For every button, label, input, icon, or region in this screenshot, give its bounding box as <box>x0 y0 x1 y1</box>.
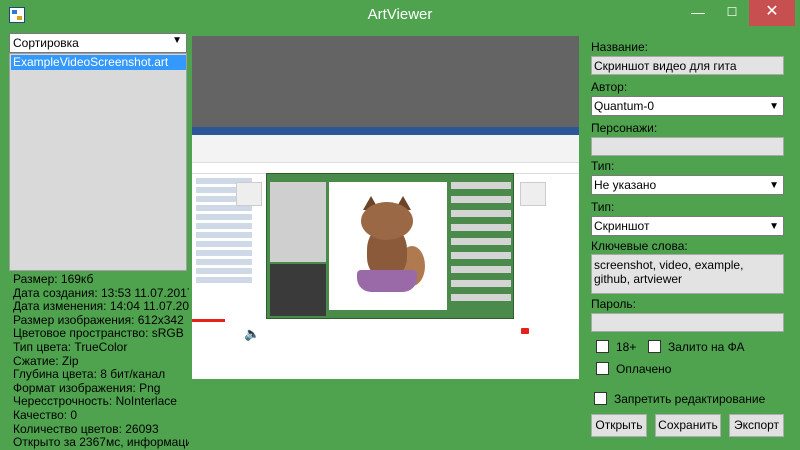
info-quality: Качество: 0 <box>13 407 78 422</box>
type1-label: Тип: <box>591 159 615 173</box>
adult-checkbox-label: 18+ <box>616 340 637 354</box>
fullscreen-icon[interactable]: ⛶ <box>561 322 570 346</box>
keywords-label: Ключевые слова: <box>591 239 688 253</box>
info-opened: Открыто за 2367мс, информация о <box>13 435 189 450</box>
open-button[interactable]: Открыть <box>591 414 647 437</box>
info-created: Дата создания: 13:53 11.07.2017 <box>13 285 189 300</box>
file-list[interactable]: ExampleVideoScreenshot.art <box>9 53 187 271</box>
title-bar: ArtViewer — ☐ ✕ <box>0 0 800 30</box>
character-artwork <box>349 196 427 296</box>
minimize-button[interactable]: — <box>681 0 715 26</box>
save-button[interactable]: Сохранить <box>655 414 721 437</box>
file-info-panel: Размер: 169кб Дата создания: 13:53 11.07… <box>13 273 189 450</box>
sort-dropdown[interactable]: Сортировка ▼ <box>9 33 187 53</box>
keywords-field[interactable]: screenshot, video, example, github, artv… <box>591 254 784 294</box>
type1-dropdown-value: Не указано <box>594 178 657 192</box>
info-bitdepth: Глубина цвета: 8 бит/канал <box>13 367 166 382</box>
window-title: ArtViewer <box>367 6 433 23</box>
chevron-down-icon: ▼ <box>172 35 182 46</box>
theater-mode-icon[interactable]: ▭ <box>538 322 550 346</box>
type2-dropdown-value: Скриншот <box>594 219 650 233</box>
type2-label: Тип: <box>591 200 615 214</box>
chevron-down-icon: ▼ <box>769 180 779 191</box>
chevron-down-icon: ▼ <box>769 221 779 232</box>
info-format: Формат изображения: Png <box>13 380 161 395</box>
info-dimensions: Размер изображения: 612x342 <box>13 312 184 327</box>
type1-dropdown[interactable]: Не указано ▼ <box>591 175 784 195</box>
chevron-down-icon: ▼ <box>769 101 779 112</box>
info-colors: Количество цветов: 26093 <box>13 421 159 436</box>
video-time: 0:27 / 5:20 <box>266 327 318 339</box>
sort-dropdown-value: Сортировка <box>13 36 79 50</box>
play-icon[interactable]: ▶ <box>199 322 209 346</box>
password-label: Пароль: <box>591 297 636 311</box>
info-colortype: Тип цвета: TrueColor <box>13 339 128 354</box>
close-button[interactable]: ✕ <box>749 0 795 26</box>
info-size: Размер: 169кб <box>13 273 94 286</box>
author-label: Автор: <box>591 80 628 94</box>
hd-badge-icon <box>521 328 529 334</box>
volume-icon[interactable]: 🔈 <box>244 322 260 346</box>
settings-icon[interactable]: ⚙ <box>515 322 527 346</box>
file-list-item[interactable]: ExampleVideoScreenshot.art <box>11 55 186 70</box>
paid-checkbox-label: Оплачено <box>616 362 672 376</box>
info-interlace: Чересстрочность: NoInterlace <box>13 394 177 409</box>
author-dropdown[interactable]: Quantum-0 ▼ <box>591 96 784 116</box>
info-colorspace: Цветовое пространство: sRGB <box>13 326 184 341</box>
maximize-button[interactable]: ☐ <box>715 0 749 26</box>
next-icon[interactable]: ⏭ <box>222 322 234 346</box>
password-field[interactable] <box>591 313 784 332</box>
subtitles-icon[interactable]: ▭ <box>493 322 505 346</box>
info-compression: Сжатие: Zip <box>13 353 79 368</box>
uploaded-fa-checkbox-label: Залито на ФА <box>668 340 745 354</box>
export-button[interactable]: Экспорт <box>729 414 784 437</box>
image-preview <box>192 36 579 379</box>
info-modified: Дата изменения: 14:04 11.07.2017 <box>13 299 189 314</box>
lock-editing-checkbox-label: Запретить редактирование <box>614 392 766 406</box>
name-field[interactable]: Скриншот видео для гита <box>591 56 784 75</box>
characters-field[interactable] <box>591 137 784 156</box>
name-label: Название: <box>591 40 648 54</box>
characters-label: Персонажи: <box>591 121 658 135</box>
type2-dropdown[interactable]: Скриншот ▼ <box>591 216 784 236</box>
author-dropdown-value: Quantum-0 <box>594 99 655 113</box>
